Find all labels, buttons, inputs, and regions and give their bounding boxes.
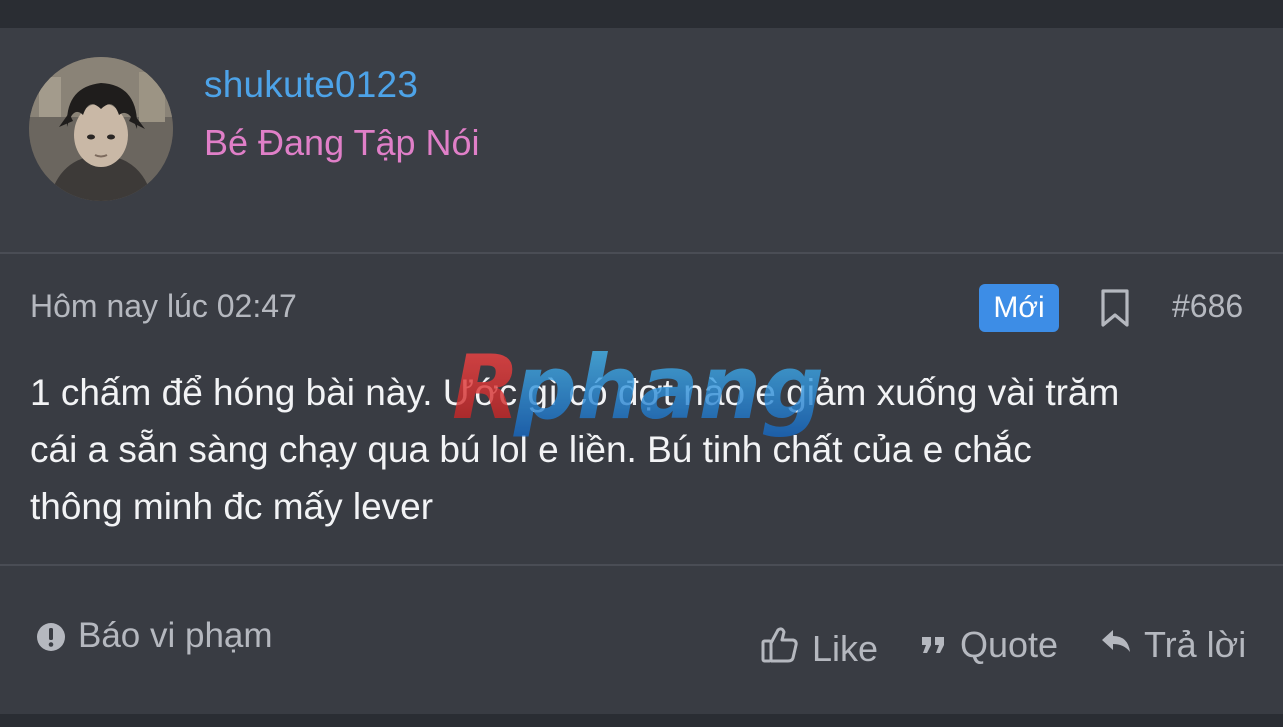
reply-label: Trả lời xyxy=(1144,624,1247,665)
quote-label: Quote xyxy=(960,624,1059,665)
post-timestamp[interactable]: Hôm nay lúc 02:47 xyxy=(30,288,297,325)
post-body: 1 chấm để hóng bài này. Ước gì có đợt nà… xyxy=(30,364,1260,535)
page: shukute0123 Bé Đang Tập Nói Hôm nay lúc … xyxy=(0,0,1283,727)
post-number-link[interactable]: #686 xyxy=(1172,288,1243,325)
thumbs-up-icon xyxy=(760,624,800,673)
post-body-line: thông minh đc mấy lever xyxy=(30,486,434,527)
report-button[interactable]: Báo vi phạm xyxy=(36,616,273,656)
like-button[interactable]: Like xyxy=(760,624,878,673)
quote-button[interactable]: Quote xyxy=(920,624,1058,666)
quote-icon xyxy=(920,624,948,666)
report-label: Báo vi phạm xyxy=(78,616,273,655)
reply-icon xyxy=(1100,624,1132,666)
avatar-image xyxy=(29,57,173,201)
post-body-line: cái a sẵn sàng chạy qua bú lol e liền. B… xyxy=(30,429,1032,470)
post-footer: Báo vi phạm Like Quote Trả lời xyxy=(0,566,1283,714)
like-label: Like xyxy=(812,627,879,669)
post-meta: Hôm nay lúc 02:47 Mới #686 xyxy=(0,254,1283,354)
post-body-line: 1 chấm để hóng bài này. Ước gì có đợt nà… xyxy=(30,372,1120,413)
user-title: Bé Đang Tập Nói xyxy=(204,122,480,163)
reply-button[interactable]: Trả lời xyxy=(1100,624,1246,666)
avatar[interactable] xyxy=(29,57,173,201)
user-block: shukute0123 Bé Đang Tập Nói xyxy=(0,28,1283,254)
exclamation-circle-icon xyxy=(36,621,66,651)
username[interactable]: shukute0123 xyxy=(204,64,418,106)
new-badge: Mới xyxy=(979,284,1059,332)
bookmark-icon[interactable] xyxy=(1098,288,1132,328)
post-card: shukute0123 Bé Đang Tập Nói Hôm nay lúc … xyxy=(0,28,1283,714)
